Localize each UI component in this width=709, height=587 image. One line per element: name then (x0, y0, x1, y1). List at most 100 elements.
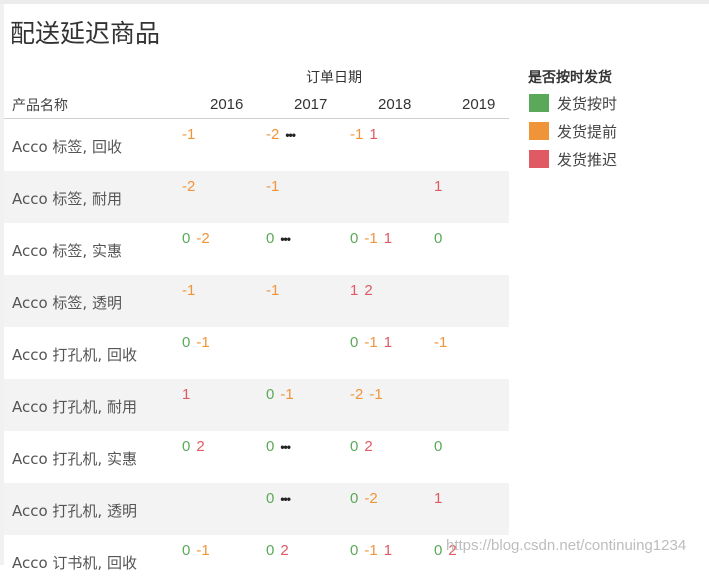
delay-days-value: 0 (182, 230, 191, 247)
table-row[interactable]: Acco 打孔机, 透明 0 ••• 0 -2 1 (4, 483, 509, 535)
delay-days-value: -1 (369, 386, 383, 403)
year-cell-2019[interactable]: 0 (434, 438, 448, 455)
delay-days-value: -1 (364, 334, 378, 351)
year-cell-2018[interactable]: 12 (350, 282, 379, 299)
legend-label-late: 发货推迟 (557, 151, 618, 169)
overflow-indicator: ••• (280, 232, 291, 246)
delay-days-value: 0 (266, 386, 275, 403)
year-cell-2016[interactable]: -1 (182, 282, 201, 299)
delay-days-value: 2 (364, 282, 373, 299)
legend-label-early: 发货提前 (557, 123, 618, 141)
year-cell-2019[interactable]: 1 (434, 178, 448, 195)
delay-days-value: -1 (196, 542, 210, 559)
delay-days-value: 1 (383, 334, 393, 351)
delay-days-value: 0 (350, 230, 359, 247)
year-header-2018: 2018 (378, 96, 412, 113)
product-name: Acco 标签, 透明 (12, 294, 122, 312)
delay-days-value: 0 (182, 542, 191, 559)
watermark: https://blog.csdn.net/continuing1234 (446, 537, 687, 554)
product-name: Acco 标签, 耐用 (12, 190, 122, 208)
delay-days-value: -2 (266, 126, 280, 143)
year-cell-2018[interactable]: 02 (350, 438, 379, 455)
year-cell-2016[interactable]: 02 (182, 438, 211, 455)
year-cell-2019[interactable]: 0 (434, 230, 448, 247)
delay-days-value: 1 (350, 282, 359, 299)
table-row[interactable]: Acco 标签, 耐用 -2 -1 1 (4, 171, 509, 223)
product-name: Acco 打孔机, 实惠 (12, 450, 137, 468)
year-cell-2016[interactable]: 0 -1 (182, 542, 216, 559)
year-cell-2019[interactable]: -1 (434, 334, 453, 351)
overflow-indicator: ••• (280, 440, 291, 454)
delay-days-value: 0 (350, 490, 359, 507)
product-name: Acco 标签, 实惠 (12, 242, 122, 260)
year-cell-2017[interactable]: 02 (266, 542, 295, 559)
year-cell-2018[interactable]: -2 -1 (350, 386, 389, 403)
year-cell-2017[interactable]: -2 ••• (266, 126, 301, 143)
legend-swatch-ontime (529, 94, 549, 112)
year-cell-2018[interactable]: 0 -1 1 (350, 230, 398, 247)
year-header-2016: 2016 (210, 96, 244, 113)
table-row[interactable]: Acco 标签, 实惠 0 -2 0 ••• 0 -1 1 0 (4, 223, 509, 275)
delay-days-value: 0 (350, 334, 359, 351)
year-cell-2017[interactable]: 0 ••• (266, 490, 296, 507)
year-cell-2019[interactable]: 1 (434, 490, 448, 507)
delay-days-value: -2 (182, 178, 196, 195)
year-header-2019: 2019 (462, 96, 496, 113)
delay-days-value: -1 (182, 282, 196, 299)
delay-days-value: 0 (266, 490, 275, 507)
year-cell-2017[interactable]: -1 (266, 282, 285, 299)
delay-days-value: 1 (182, 386, 191, 403)
year-cell-2016[interactable]: -2 (182, 178, 201, 195)
delay-days-value: 0 (266, 542, 275, 559)
year-cell-2016[interactable]: 0 -1 (182, 334, 216, 351)
delay-days-value: 0 (434, 230, 443, 247)
delay-days-value: 1 (383, 542, 393, 559)
table-row[interactable]: Acco 打孔机, 回收 0 -1 0 -1 1 -1 (4, 327, 509, 379)
delay-days-value: -1 (182, 126, 196, 143)
delay-days-value: 0 (266, 438, 275, 455)
delay-days-value: -1 (266, 282, 280, 299)
delay-days-value: -2 (196, 230, 210, 247)
legend-title: 是否按时发货 (528, 70, 612, 86)
delay-days-value: -1 (364, 230, 378, 247)
product-name: Acco 打孔机, 透明 (12, 502, 137, 520)
year-cell-2018[interactable]: -1 1 (350, 126, 384, 143)
delay-days-value: 0 (182, 334, 191, 351)
delay-days-value: -1 (364, 542, 378, 559)
delay-days-value: 0 (434, 542, 443, 559)
delay-days-value: -1 (196, 334, 210, 351)
delay-days-value: 0 (350, 542, 359, 559)
table-row[interactable]: Acco 打孔机, 实惠 0 2 0 ••• 0 2 0 (4, 431, 509, 483)
year-cell-2017[interactable]: -1 (266, 178, 285, 195)
sheet-title: 配送延迟商品 (10, 19, 161, 48)
table-row[interactable]: Acco 标签, 透明 -1 -1 1 2 (4, 275, 509, 327)
top-border (0, 0, 709, 4)
product-name: Acco 标签, 回收 (12, 138, 122, 156)
table-row[interactable]: Acco 订书机, 回收 0 -1 0 2 0 -1 1 0 2 (4, 535, 509, 587)
delay-days-value: -2 (364, 490, 378, 507)
legend-label-ontime: 发货按时 (557, 95, 618, 113)
delay-days-value: -1 (266, 178, 280, 195)
year-cell-2016[interactable]: 1 (182, 386, 196, 403)
delay-days-value: -2 (350, 386, 364, 403)
row-field-header: 产品名称 (12, 98, 68, 114)
overflow-indicator: ••• (285, 128, 296, 142)
year-cell-2017[interactable]: 0 ••• (266, 438, 296, 455)
year-cell-2016[interactable]: -1 (182, 126, 201, 143)
table-row[interactable]: Acco 标签, 回收 -1 -2 ••• -1 1 (4, 119, 509, 171)
legend-swatch-early (529, 122, 549, 140)
year-cell-2018[interactable]: 0 -1 1 (350, 542, 398, 559)
delay-days-value: 0 (350, 438, 359, 455)
year-cell-2017[interactable]: 0 ••• (266, 230, 296, 247)
table-row[interactable]: Acco 打孔机, 耐用 1 0 -1 -2 -1 (4, 379, 509, 431)
year-cell-2018[interactable]: 0 -1 1 (350, 334, 398, 351)
legend-swatch-late (529, 150, 549, 168)
product-name: Acco 打孔机, 耐用 (12, 398, 137, 416)
year-cell-2016[interactable]: 0 -2 (182, 230, 216, 247)
delay-days-value: 0 (266, 230, 275, 247)
delay-days-value: 1 (383, 230, 393, 247)
delay-days-value: -1 (350, 126, 364, 143)
year-cell-2017[interactable]: 0 -1 (266, 386, 300, 403)
delay-days-value: 0 (182, 438, 191, 455)
year-cell-2018[interactable]: 0 -2 (350, 490, 384, 507)
